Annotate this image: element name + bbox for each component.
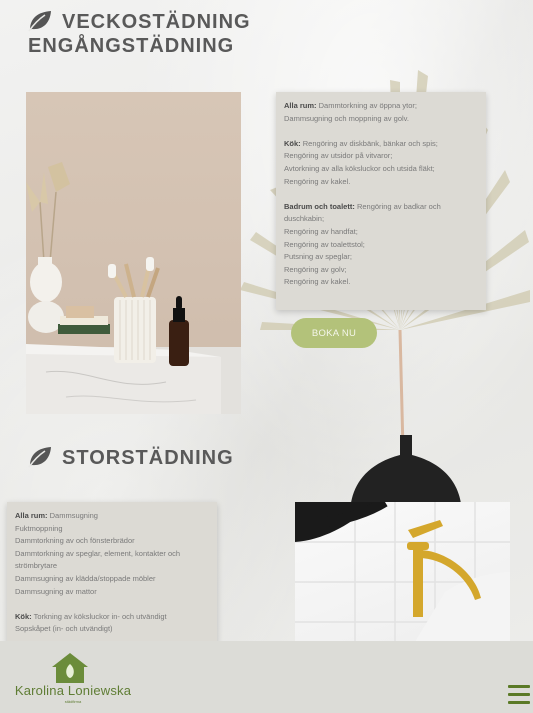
kok-text: Torkning av köksluckor in- och utvändigt [33,611,167,621]
list-item: Dammtorkning av speglar, element, kontak… [15,548,181,571]
leaf-icon [28,447,51,468]
section-heading-veckostadning: VECKOSTÄDNING ENGÅNGSTÄDNING [28,10,251,58]
alla-rum-text: Dammtorkning av öppna ytor; [318,101,417,110]
list-item: Fuktmoppning [15,523,63,533]
kok-text: Rengöring av diskbänk, bänkar och spis; [302,138,438,148]
alla-rum-line2: Dammsugning och moppning av golv. [284,113,409,123]
list-item: Dammsugning av klädda/stoppade möbler [15,573,156,583]
gold-faucet-photo [295,502,510,642]
badrum-line4: Putsning av speglar; [284,252,352,262]
alla-rum-block: Alla rum: Dammtorkning av öppna ytor; Da… [284,100,478,125]
badrum-line2: Rengöring av handfat; [284,226,358,236]
kok-line3: Avtorkning av alla köksluckor och utsida… [284,163,435,173]
kok-line2: Rengöring av utsidor på vitvaror; [284,151,393,161]
kok-line4: Rengöring av kakel. [284,176,351,186]
brand-subtitle: städfirma [64,699,82,704]
kok-label: Kök: [15,611,32,621]
leaf-icon [28,11,51,32]
badrum-line3: Rengöring av toalettstol; [284,239,365,249]
alla-rum-label: Alla rum: [15,511,48,520]
storstadning-details-card: Alla rum: Dammsugning Fuktmoppning Dammt… [7,502,217,647]
badrum-line5: Rengöring av golv; [284,264,347,274]
boka-nu-button[interactable]: BOKA NU [291,318,377,348]
alla-rum-label: Alla rum: [284,101,317,110]
kok-line2: Sopskåpet (in- och utvändigt) [15,624,113,634]
badrum-line6: Rengöring av kakel. [284,277,351,287]
alla-rum-text: Dammsugning [49,511,98,520]
kok-block: Kök: Rengöring av diskbänk, bänkar och s… [284,138,478,188]
badrum-block: Badrum och toalett: Rengöring av badkar … [284,201,478,289]
kok-block: Kök: Torkning av köksluckor in- och utvä… [15,611,209,636]
section-heading-storstadning: STORSTÄDNING [28,446,234,470]
alla-rum-block: Alla rum: Dammsugning Fuktmoppning Dammt… [15,510,209,598]
footer-bar: Karolina Loniewska städfirma [0,641,533,713]
kok-label: Kök: [284,138,301,148]
brand-logo[interactable]: Karolina Loniewska städfirma [8,653,138,705]
house-icon [52,653,88,683]
hamburger-menu-icon[interactable] [508,685,530,705]
veckostadning-details-card: Alla rum: Dammtorkning av öppna ytor; Da… [276,92,486,310]
heading-line-2: ENGÅNGSTÄDNING [28,35,235,57]
badrum-label: Badrum och toalett: [284,201,355,211]
bathroom-products-photo [26,92,241,414]
list-item: Dammsugning av mattor [15,586,97,596]
heading-line-1: VECKOSTÄDNING [62,11,251,33]
heading-storstadning-text: STORSTÄDNING [62,447,234,469]
list-item: Dammtorkning av och fönsterbrädor [15,536,135,546]
brand-name: Karolina Loniewska [14,683,132,698]
